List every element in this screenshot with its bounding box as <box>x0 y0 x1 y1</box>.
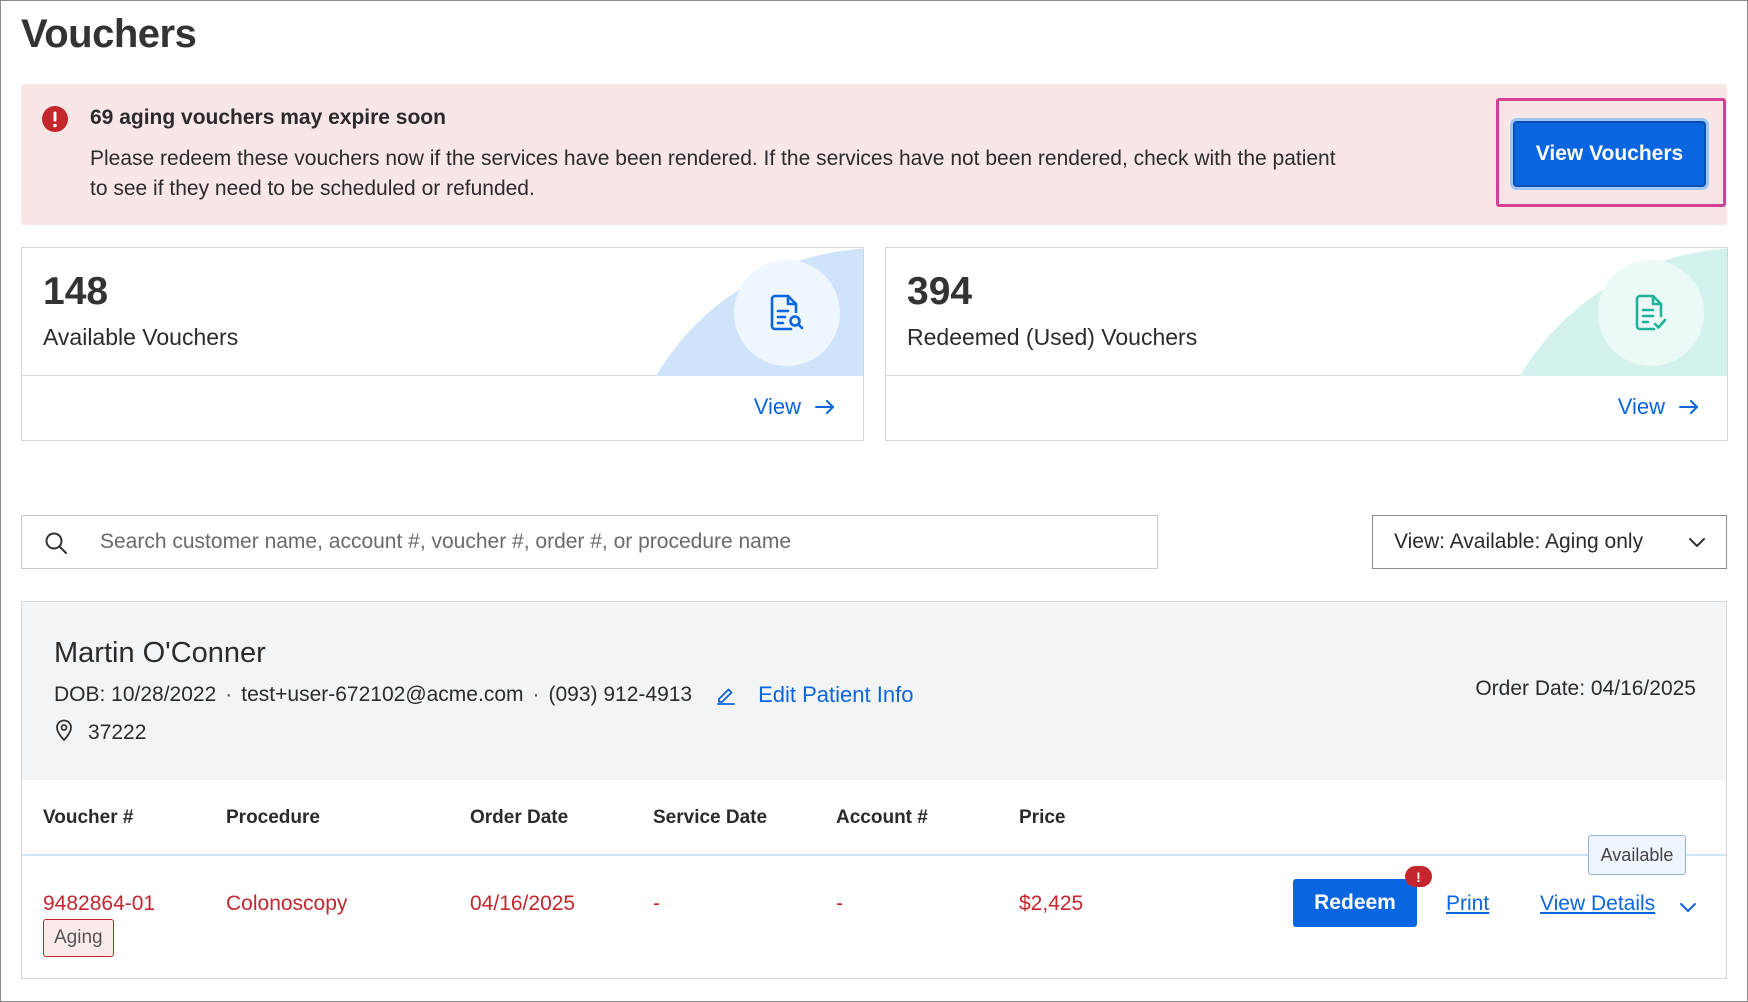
patient-panel: Martin O'Conner DOB: 10/28/2022 · test+u… <box>21 601 1727 979</box>
table-divider <box>22 854 1726 856</box>
patient-details: DOB: 10/28/2022 · test+user-672102@acme.… <box>54 682 913 708</box>
redeemed-label: Redeemed (Used) Vouchers <box>907 324 1198 350</box>
chevron-down-icon[interactable] <box>1679 898 1697 921</box>
order-date: Order Date: 04/16/2025 <box>1475 677 1696 700</box>
patient-name: Martin O'Conner <box>54 637 266 669</box>
edit-patient-info-link[interactable]: Edit Patient Info <box>758 682 913 708</box>
view-filter-value: View: Available: Aging only <box>1394 530 1644 553</box>
service-date: - <box>653 892 660 915</box>
column-header: Service Date <box>653 807 768 828</box>
card-summary: 148 Available Vouchers <box>22 248 863 376</box>
pencil-icon[interactable] <box>716 685 736 705</box>
alert-title: 69 aging vouchers may expire soon <box>90 106 446 129</box>
alert-message: Please redeem these vouchers now if the … <box>90 147 1336 200</box>
row-order-date: 04/16/2025 <box>470 892 576 915</box>
status-tag: Available <box>1588 835 1686 875</box>
aging-alert-banner: 69 aging vouchers may expire soon Please… <box>21 84 1727 225</box>
patient-phone: (093) 912-4913 <box>548 683 693 706</box>
arrow-right-icon <box>815 394 835 420</box>
view-link-label: View <box>753 394 801 419</box>
patient-zip: 37222 <box>88 721 147 744</box>
available-vouchers-card: 148 Available Vouchers View <box>21 247 864 441</box>
search-input[interactable] <box>100 516 1140 568</box>
view-filter-dropdown[interactable]: View: Available: Aging only <box>1372 515 1727 569</box>
patient-dob: DOB: 10/28/2022 <box>54 683 217 706</box>
search-icon <box>44 531 68 555</box>
page-title: Vouchers <box>21 12 197 56</box>
aging-badge: Aging <box>43 919 114 957</box>
available-count: 148 <box>43 270 109 313</box>
view-available-link[interactable]: View <box>754 394 835 420</box>
column-header: Order Date <box>470 807 569 828</box>
redeemed-count: 394 <box>907 270 973 313</box>
separator: · <box>225 683 233 706</box>
patient-header: Martin O'Conner DOB: 10/28/2022 · test+u… <box>22 602 1726 780</box>
column-header: Procedure <box>226 807 320 828</box>
column-header: Price <box>1019 807 1066 828</box>
available-label: Available Vouchers <box>43 324 239 350</box>
column-header: Voucher # <box>43 807 134 828</box>
card-summary: 394 Redeemed (Used) Vouchers <box>886 248 1727 376</box>
separator: · <box>532 683 540 706</box>
document-check-icon <box>1598 260 1704 366</box>
view-link-label: View <box>1617 394 1665 419</box>
view-redeemed-link[interactable]: View <box>1618 394 1699 420</box>
view-details-link[interactable]: View Details <box>1540 892 1655 916</box>
patient-location: 37222 <box>54 718 146 748</box>
account-number: - <box>836 892 843 915</box>
patient-email: test+user-672102@acme.com <box>241 683 524 706</box>
document-search-icon <box>734 260 840 366</box>
redeem-button[interactable]: Redeem <box>1293 879 1417 927</box>
location-pin-icon <box>54 718 74 748</box>
error-icon <box>42 106 68 132</box>
alert-badge: ! <box>1405 866 1432 887</box>
procedure-name: Colonoscopy <box>226 892 348 915</box>
chevron-down-icon <box>1688 533 1706 557</box>
arrow-right-icon <box>1679 394 1699 420</box>
view-vouchers-button[interactable]: View Vouchers <box>1513 121 1706 187</box>
column-header: Account # <box>836 807 928 828</box>
voucher-number: 9482864-01 <box>43 892 156 915</box>
print-link[interactable]: Print <box>1446 892 1489 916</box>
search-box <box>21 515 1158 569</box>
redeemed-vouchers-card: 394 Redeemed (Used) Vouchers View <box>885 247 1728 441</box>
price: $2,425 <box>1019 892 1084 915</box>
